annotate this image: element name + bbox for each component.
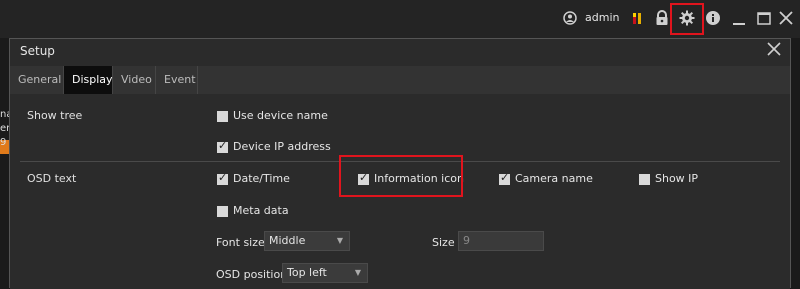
osd-position-value: Top left: [287, 266, 327, 279]
show-ip-checkbox[interactable]: [639, 174, 650, 185]
background-text-fragment: na er 9: [0, 109, 13, 148]
font-size-value: Middle: [269, 234, 306, 247]
camera-name-checkbox[interactable]: [499, 171, 510, 185]
gear-highlight-box: [670, 3, 704, 35]
alarm-icon[interactable]: [629, 10, 645, 26]
osd-text-label: OSD text: [27, 172, 77, 185]
tab-display[interactable]: Display: [64, 66, 113, 94]
maximize-icon[interactable]: [756, 10, 772, 26]
show-ip-label: Show IP: [655, 172, 699, 185]
chevron-down-icon: ▼: [336, 236, 343, 245]
device-ip-address-label: Device IP address: [233, 140, 331, 153]
tab-event[interactable]: Event: [156, 66, 198, 94]
size-label: Size: [432, 236, 455, 249]
minimize-icon[interactable]: [731, 10, 747, 26]
osd-position-label: OSD position: [216, 268, 288, 281]
close-icon[interactable]: [778, 10, 794, 26]
camera-name-label: Camera name: [515, 172, 593, 185]
meta-data-label: Meta data: [233, 204, 289, 217]
information-icon-highlight-box: [339, 155, 463, 197]
user-circle-icon[interactable]: [563, 11, 577, 25]
font-size-select[interactable]: Middle ▼: [264, 231, 350, 251]
date-time-label: Date/Time: [233, 172, 290, 185]
close-icon[interactable]: [766, 41, 782, 57]
size-value: 9: [463, 234, 470, 247]
info-icon[interactable]: [705, 10, 721, 26]
dialog-title: Setup: [20, 44, 55, 58]
tab-general[interactable]: General: [10, 66, 64, 94]
tab-video[interactable]: Video: [113, 66, 156, 94]
device-ip-address-checkbox[interactable]: [217, 139, 228, 153]
date-time-checkbox[interactable]: [217, 171, 228, 185]
osd-position-select[interactable]: Top left ▼: [282, 263, 368, 283]
tab-bar: General Display Video Event: [10, 66, 790, 94]
user-name[interactable]: admin: [585, 11, 619, 24]
font-size-label: Font size: [216, 236, 265, 249]
chevron-down-icon: ▼: [354, 268, 361, 277]
meta-data-checkbox[interactable]: [217, 206, 228, 217]
use-device-name-checkbox[interactable]: [217, 111, 228, 122]
use-device-name-label: Use device name: [233, 109, 328, 122]
show-tree-label: Show tree: [27, 109, 83, 122]
top-bar: admin: [0, 0, 800, 38]
lock-icon[interactable]: [654, 10, 670, 26]
size-input[interactable]: 9: [458, 231, 544, 251]
